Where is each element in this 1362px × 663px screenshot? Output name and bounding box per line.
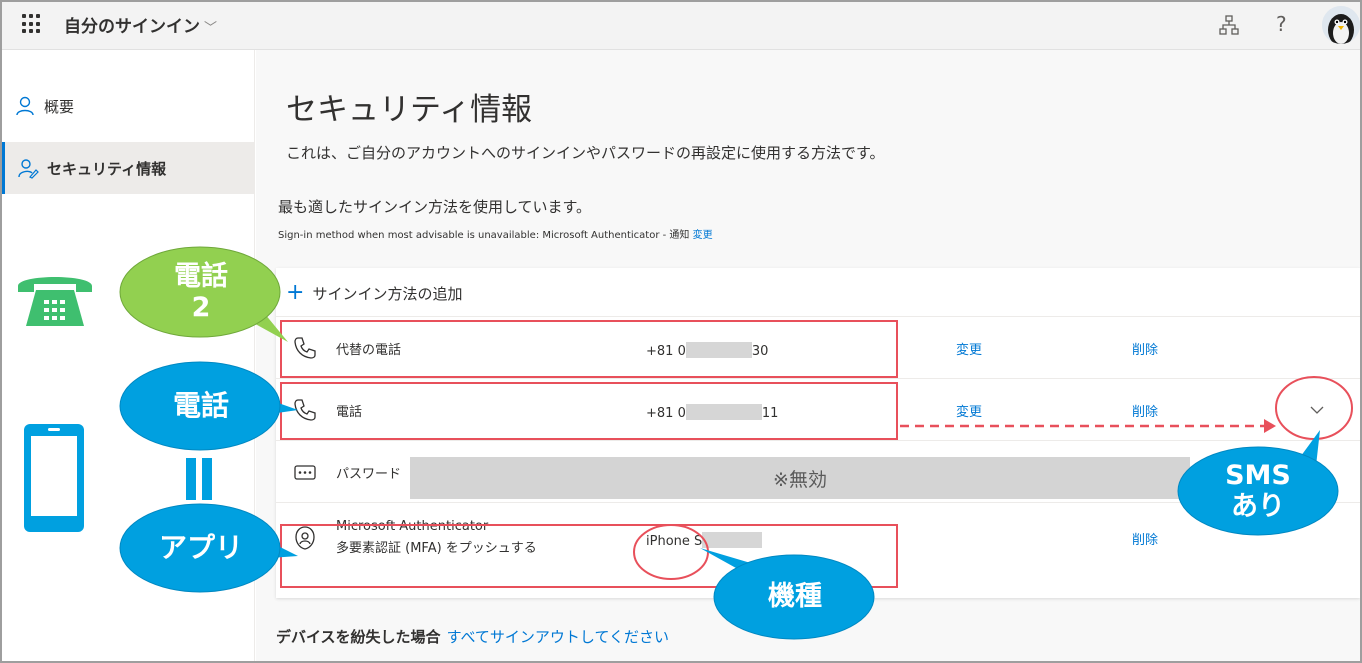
screenshot-frame: 自分のサインイン ﹀ ? 概要 セキュリティ情報 セキュリティ情報 これは、ご自… — [0, 0, 1362, 663]
callout-text: 電話 2 — [174, 260, 228, 323]
smartphone-icon — [24, 424, 84, 532]
callout-sms: SMS あり — [1177, 430, 1339, 536]
callout-text: 機種 — [768, 581, 822, 613]
callout-phone2: 電話 2 — [119, 246, 288, 342]
callout-text: SMS あり — [1225, 459, 1291, 522]
callout-phone: 電話 — [119, 361, 298, 451]
callout-model: 機種 — [700, 548, 876, 640]
telephone-icon — [18, 277, 92, 326]
pause-icon — [186, 458, 212, 500]
callout-app: アプリ — [119, 503, 298, 593]
callout-text: アプリ — [158, 530, 243, 564]
callout-text: 電話 — [172, 388, 229, 422]
